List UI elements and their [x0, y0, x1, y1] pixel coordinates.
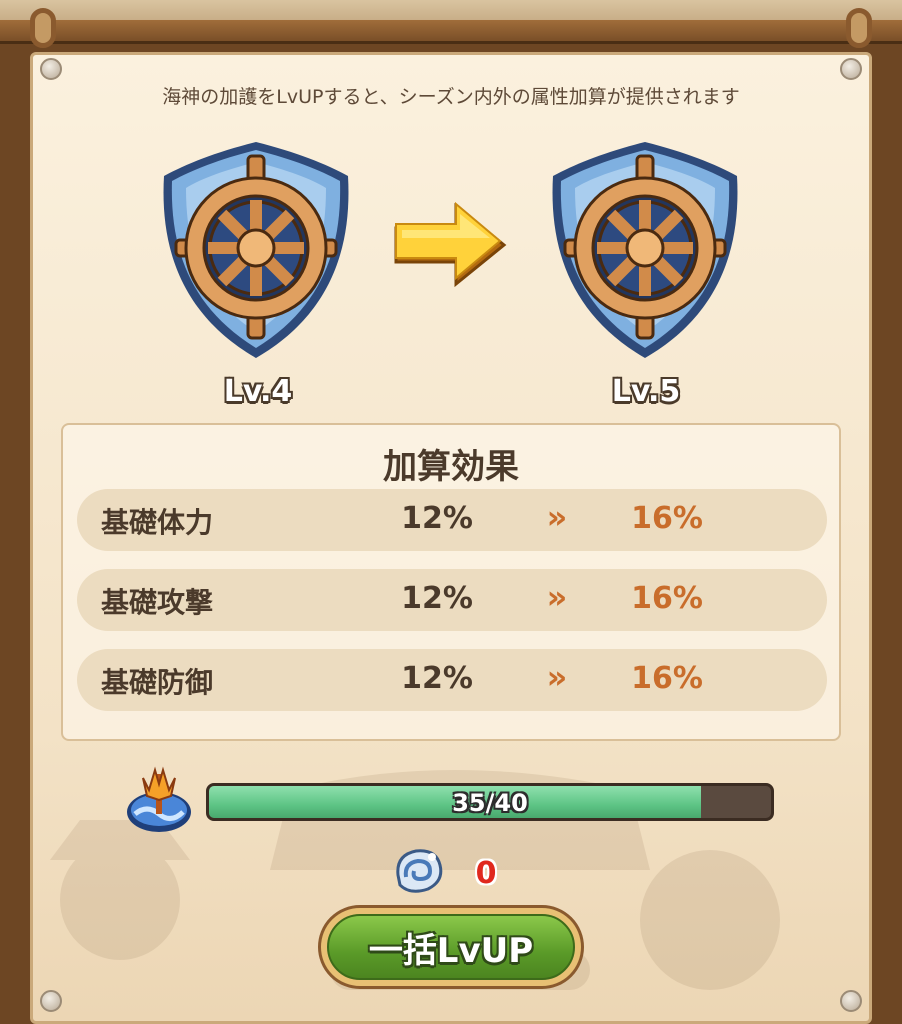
ship-wheel-shield-icon — [545, 136, 745, 366]
effect-name: 基礎攻撃 — [101, 586, 214, 619]
effects-panel: 加算効果 基礎体力 12% » 16% 基礎攻撃 12% » 16% 基礎防御 … — [61, 423, 841, 741]
bulk-levelup-button[interactable]: 一括LvUP — [318, 905, 584, 989]
bulk-levelup-button-face[interactable]: 一括LvUP — [327, 914, 575, 980]
rivet-icon — [840, 58, 862, 80]
double-chevron-icon: » — [546, 578, 568, 616]
rivet-icon — [40, 58, 62, 80]
effect-next-value: 16% — [631, 661, 703, 696]
effect-current-value: 12% — [401, 661, 473, 696]
hook-left — [30, 8, 56, 48]
effect-row-hp: 基礎体力 12% » 16% — [77, 489, 827, 551]
frame-rail — [0, 20, 902, 44]
effect-next-value: 16% — [631, 501, 703, 536]
effect-name: 基礎体力 — [101, 506, 214, 539]
right-arrow-icon — [390, 200, 510, 290]
cost-value: 0 — [475, 856, 497, 891]
effect-next-value: 16% — [631, 581, 703, 616]
effect-row-defense: 基礎防御 12% » 16% — [77, 649, 827, 711]
double-chevron-icon: » — [546, 658, 568, 696]
trident-icon — [125, 764, 193, 836]
progress-bar: 35/40 — [206, 783, 774, 821]
upgrade-description: 海神の加護をLvUPすると、シーズン内外の属性加算が提供されます — [162, 86, 740, 108]
effect-row-attack: 基礎攻撃 12% » 16% — [77, 569, 827, 631]
next-level-label: Lv.5 — [611, 374, 681, 409]
hook-right — [846, 8, 872, 48]
effect-current-value: 12% — [401, 581, 473, 616]
effects-title: 加算効果 — [383, 447, 519, 487]
progress-text: 35/40 — [452, 789, 528, 817]
effect-current-value: 12% — [401, 501, 473, 536]
effect-name: 基礎防御 — [101, 666, 214, 699]
ship-wheel-shield-icon — [156, 136, 356, 366]
seashell-icon — [392, 845, 446, 897]
current-level-label: Lv.4 — [223, 374, 293, 409]
bulk-levelup-button-label: 一括LvUP — [368, 930, 534, 971]
double-chevron-icon: » — [546, 498, 568, 536]
